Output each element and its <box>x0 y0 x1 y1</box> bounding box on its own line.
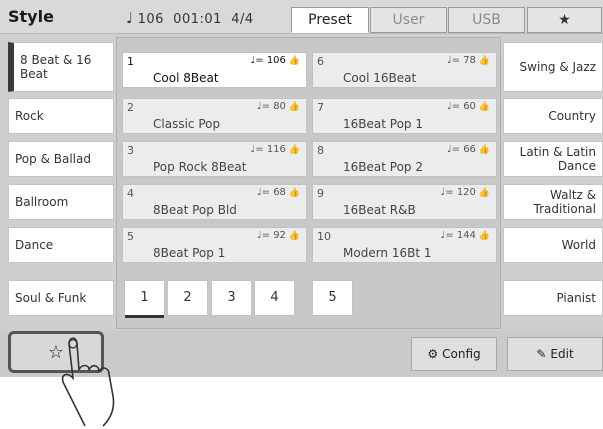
style-name: Classic Pop <box>153 117 221 131</box>
style-tempo: ♩= 68 👍 <box>256 187 300 198</box>
category-swing-jazz[interactable]: Swing & Jazz <box>503 42 603 92</box>
category-waltz-traditional[interactable]: Waltz & Traditional <box>503 184 603 220</box>
category-dance[interactable]: Dance <box>8 227 114 263</box>
style-name: Cool 8Beat <box>153 71 219 85</box>
category-soul-funk[interactable]: Soul & Funk <box>8 280 114 316</box>
style-number: 8 <box>317 144 324 157</box>
config-button[interactable]: ⚙ Config <box>411 337 497 371</box>
style-name: Pop Rock 8Beat <box>153 160 247 174</box>
page-button-3[interactable]: 3 <box>211 280 252 316</box>
status-readout: ♩ 106 001:01 4/4 <box>126 9 254 27</box>
category-8beat-16beat[interactable]: 8 Beat & 16 Beat <box>8 42 114 92</box>
page-button-2[interactable]: 2 <box>167 280 208 316</box>
style-tempo: ♩= 116 👍 <box>250 144 300 155</box>
category-latin[interactable]: Latin & Latin Dance <box>503 141 603 177</box>
category-ballroom[interactable]: Ballroom <box>8 184 114 220</box>
style-item-8[interactable]: 8 ♩= 66 👍 16Beat Pop 2 <box>312 141 497 177</box>
page-title: Style <box>8 7 54 26</box>
style-tempo: ♩= 106 👍 <box>250 55 300 66</box>
category-world[interactable]: World <box>503 227 603 263</box>
style-tempo: ♩= 78 👍 <box>446 55 490 66</box>
thumbs-up-icon: 👍 <box>285 56 300 66</box>
style-number: 1 <box>127 55 134 68</box>
tab-favorites[interactable]: ★ <box>527 7 602 33</box>
style-number: 9 <box>317 187 324 200</box>
style-number: 7 <box>317 101 324 114</box>
style-name: 16Beat R&B <box>343 203 416 217</box>
note-icon: ♩ <box>126 9 134 27</box>
page-button-4[interactable]: 4 <box>254 280 295 316</box>
tab-user[interactable]: User <box>370 7 447 33</box>
style-name: Cool 16Beat <box>343 71 417 85</box>
gear-icon: ⚙ <box>427 347 439 361</box>
thumbs-up-icon: 👍 <box>285 145 300 155</box>
style-name: Modern 16Bt 1 <box>343 246 432 260</box>
style-name: 16Beat Pop 2 <box>343 160 423 174</box>
style-item-3[interactable]: 3 ♩= 116 👍 Pop Rock 8Beat <box>122 141 307 177</box>
star-icon: ★ <box>558 12 571 28</box>
style-item-9[interactable]: 9 ♩= 120 👍 16Beat R&B <box>312 184 497 220</box>
meter-value: 4/4 <box>231 12 254 27</box>
top-bar: Style ♩ 106 001:01 4/4 Preset User USB ★ <box>0 0 603 34</box>
style-number: 2 <box>127 101 134 114</box>
tab-usb[interactable]: USB <box>448 7 525 33</box>
style-name: 8Beat Pop 1 <box>153 246 226 260</box>
style-number: 3 <box>127 144 134 157</box>
thumbs-up-icon: 👍 <box>285 231 300 241</box>
style-item-1[interactable]: 1 ♩= 106 👍 Cool 8Beat <box>122 52 307 88</box>
category-country[interactable]: Country <box>503 98 603 134</box>
thumbs-up-icon: 👍 <box>285 102 300 112</box>
category-pianist[interactable]: Pianist <box>503 280 603 316</box>
edit-button[interactable]: ✎ Edit <box>507 337 603 371</box>
hand-pointer-icon <box>61 337 115 427</box>
style-item-2[interactable]: 2 ♩= 80 👍 Classic Pop <box>122 98 307 134</box>
style-tempo: ♩= 60 👍 <box>446 101 490 112</box>
style-tempo: ♩= 144 👍 <box>440 230 490 241</box>
tempo-value: 106 <box>137 12 164 27</box>
style-item-4[interactable]: 4 ♩= 68 👍 8Beat Pop Bld <box>122 184 307 220</box>
style-number: 10 <box>317 230 331 243</box>
style-item-6[interactable]: 6 ♩= 78 👍 Cool 16Beat <box>312 52 497 88</box>
page-button-5[interactable]: 5 <box>312 280 353 316</box>
style-tempo: ♩= 92 👍 <box>256 230 300 241</box>
style-number: 5 <box>127 230 134 243</box>
edit-label: Edit <box>550 347 574 361</box>
edit-tool-icon: ✎ <box>536 347 547 361</box>
style-number: 6 <box>317 55 324 68</box>
config-label: Config <box>442 347 481 361</box>
thumbs-up-icon: 👍 <box>285 188 300 198</box>
thumbs-up-icon: 👍 <box>475 56 490 66</box>
thumbs-up-icon: 👍 <box>475 188 490 198</box>
thumbs-up-icon: 👍 <box>475 102 490 112</box>
style-tempo: ♩= 80 👍 <box>256 101 300 112</box>
style-item-5[interactable]: 5 ♩= 92 👍 8Beat Pop 1 <box>122 227 307 263</box>
style-tempo: ♩= 66 👍 <box>446 144 490 155</box>
position-value: 001:01 <box>173 12 222 27</box>
category-pop-ballad[interactable]: Pop & Ballad <box>8 141 114 177</box>
style-item-10[interactable]: 10 ♩= 144 👍 Modern 16Bt 1 <box>312 227 497 263</box>
tab-preset[interactable]: Preset <box>291 7 369 33</box>
style-name: 8Beat Pop Bld <box>153 203 237 217</box>
thumbs-up-icon: 👍 <box>475 145 490 155</box>
style-tempo: ♩= 120 👍 <box>440 187 490 198</box>
style-number: 4 <box>127 187 134 200</box>
page-button-1[interactable]: 1 <box>124 280 165 318</box>
style-name: 16Beat Pop 1 <box>343 117 423 131</box>
thumbs-up-icon: 👍 <box>475 231 490 241</box>
category-rock[interactable]: Rock <box>8 98 114 134</box>
style-item-7[interactable]: 7 ♩= 60 👍 16Beat Pop 1 <box>312 98 497 134</box>
